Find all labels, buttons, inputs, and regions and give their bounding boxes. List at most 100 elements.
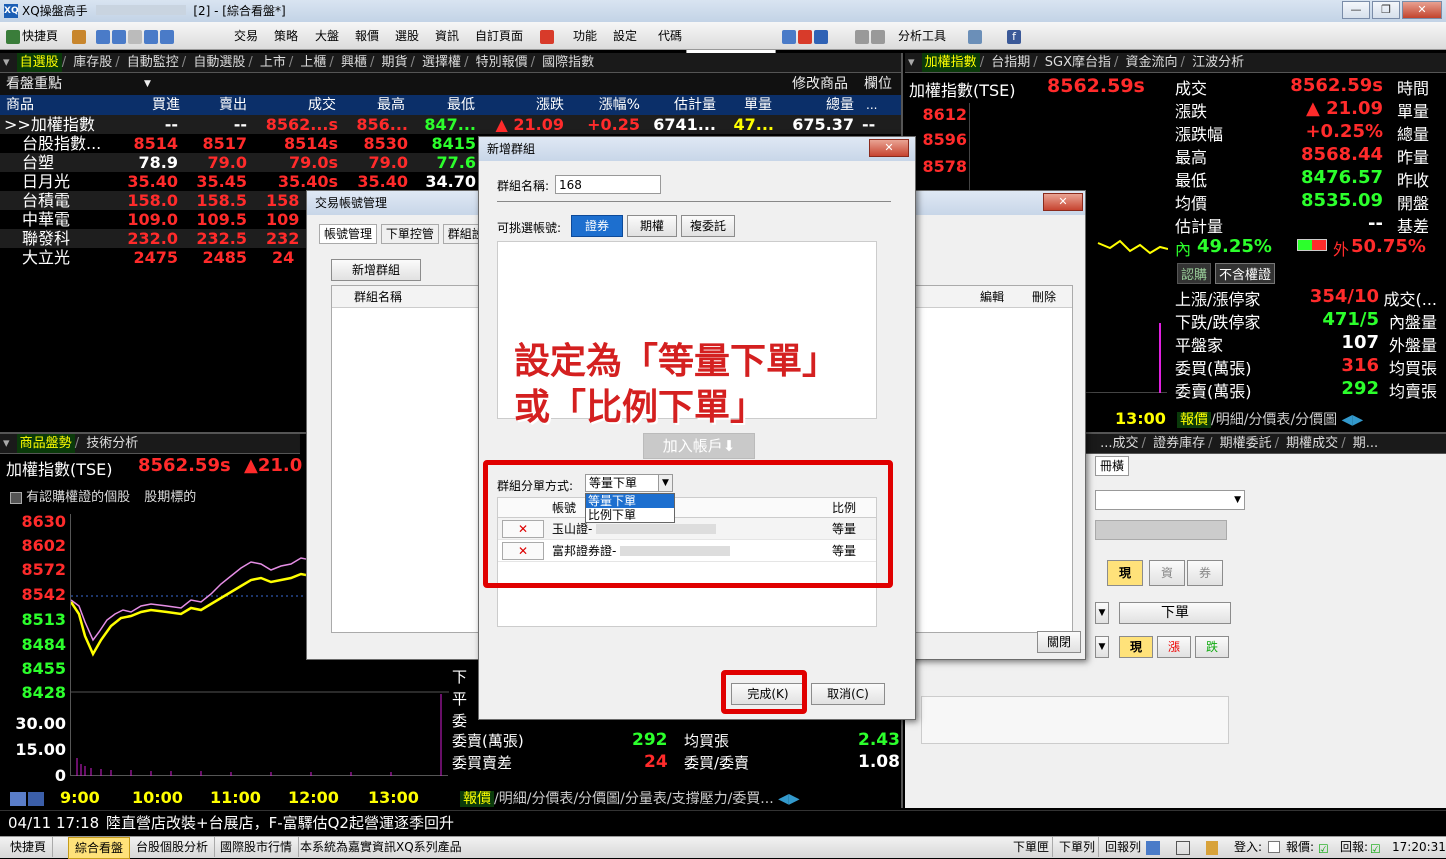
call-warrant-button[interactable]: 認購 bbox=[1177, 263, 1212, 284]
col-buy[interactable]: 買進 bbox=[120, 95, 180, 115]
news-ticker[interactable]: 04/11 17:18 陸直營店改裝+台展店，F-富驛估Q2起營運逐季回升 bbox=[0, 810, 1446, 834]
tab-fund-flow[interactable]: 資金流向 bbox=[1123, 53, 1181, 72]
tab-auto-screener[interactable]: 自動選股 bbox=[190, 53, 248, 72]
col-product[interactable]: 商品 bbox=[6, 95, 34, 115]
tab-otc[interactable]: 上櫃 bbox=[297, 53, 329, 72]
tab-detail[interactable]: 明細 bbox=[1216, 412, 1244, 428]
menu-settings[interactable]: 設定 bbox=[613, 27, 637, 45]
limit-down-button[interactable]: 跌 bbox=[1195, 636, 1229, 658]
order-select[interactable]: ▼ bbox=[1095, 490, 1245, 510]
facebook-icon[interactable]: f bbox=[1007, 27, 1023, 45]
tab-option-orders[interactable]: 期權委託 bbox=[1217, 434, 1275, 453]
tab-watchlist[interactable]: 自選股 bbox=[16, 53, 62, 72]
col-sell[interactable]: 賣出 bbox=[185, 95, 247, 115]
lock-icon[interactable] bbox=[1206, 841, 1218, 855]
col-estimated-volume[interactable]: 估計量 bbox=[650, 95, 716, 115]
order-type-dropdown[interactable]: ▼ bbox=[1095, 602, 1109, 624]
col-group-name[interactable]: 群組名稱 bbox=[354, 286, 402, 308]
news-headline[interactable]: 陸直營店改裝+台展店，F-富驛估Q2起營運逐季回升 bbox=[106, 811, 454, 835]
tab-deals[interactable]: ...成交 bbox=[1097, 434, 1141, 453]
menu-quote[interactable]: 報價 bbox=[355, 27, 379, 45]
nav-icons[interactable] bbox=[96, 27, 176, 45]
account-dialog-close-btn[interactable]: 關閉 bbox=[1037, 631, 1081, 653]
account-dialog-close-button[interactable]: ✕ bbox=[1043, 193, 1083, 211]
panel-menu-icon[interactable]: ▾ bbox=[0, 434, 13, 453]
cancel-button[interactable]: 取消(C) bbox=[811, 683, 885, 705]
col-deal[interactable]: 成交 bbox=[272, 95, 336, 115]
pointer-icon[interactable] bbox=[855, 27, 887, 45]
status-tab-quick[interactable]: 快捷頁 bbox=[4, 837, 54, 857]
tab-securities[interactable]: 證券 bbox=[571, 215, 623, 237]
tab-price-table[interactable]: 分價表 bbox=[1248, 412, 1290, 428]
group-name-input[interactable]: 168 bbox=[555, 175, 661, 194]
status-tab-overview[interactable]: 綜合看盤 bbox=[68, 837, 131, 859]
quick-action-icons[interactable] bbox=[782, 27, 830, 45]
chart-settings-icon[interactable] bbox=[10, 792, 26, 806]
tab-sgx[interactable]: SGX摩台指 bbox=[1042, 53, 1114, 72]
scroll-arrows-icon[interactable]: ◀▶ bbox=[1342, 412, 1364, 428]
tab-options[interactable]: 選擇權 bbox=[419, 53, 464, 72]
tab-intl-index[interactable]: 國際指數 bbox=[539, 53, 597, 72]
group-select[interactable]: 看盤重點 bbox=[6, 73, 62, 95]
home-icon[interactable] bbox=[72, 27, 88, 45]
tab-listed[interactable]: 上市 bbox=[257, 53, 289, 72]
tab-technical[interactable]: 技術分析 bbox=[83, 434, 141, 453]
menu-screener[interactable]: 選股 bbox=[395, 27, 419, 45]
col-total-volume[interactable]: 總量 bbox=[790, 95, 854, 115]
menu-trade[interactable]: 交易 bbox=[234, 27, 258, 45]
popout-icon[interactable] bbox=[1176, 841, 1190, 855]
tab-price-chart[interactable]: 分價圖 bbox=[1295, 412, 1337, 428]
col-change[interactable]: 漲跌 bbox=[500, 95, 564, 115]
price-type-dropdown[interactable]: ▼ bbox=[1095, 636, 1109, 658]
calendar-icon[interactable] bbox=[1146, 841, 1160, 855]
status-tab-stock-analysis[interactable]: 台股個股分析 bbox=[130, 837, 216, 857]
panel-menu-icon[interactable]: ▾ bbox=[905, 53, 918, 72]
minimize-button[interactable]: — bbox=[1342, 1, 1370, 19]
tab-volume-table[interactable]: 分量表 bbox=[625, 791, 667, 807]
tab-sub-brokerage[interactable]: 複委託 bbox=[681, 215, 735, 237]
new-group-close-button[interactable]: ✕ bbox=[869, 139, 909, 157]
cash-button[interactable]: 現 bbox=[1107, 560, 1143, 586]
col-single-volume[interactable]: 單量 bbox=[720, 95, 772, 115]
warrant-checkbox[interactable]: 有認購權證的個股 股期標的 bbox=[10, 486, 196, 505]
menu-analysis-tools[interactable]: 分析工具 bbox=[898, 27, 946, 45]
tab-bid[interactable]: 委買... bbox=[732, 791, 773, 807]
maximize-button[interactable]: ❐ bbox=[1372, 1, 1400, 19]
short-button[interactable]: 券 bbox=[1187, 560, 1223, 586]
group-dropdown-icon[interactable]: ▼ bbox=[144, 73, 151, 95]
tab-special-quote[interactable]: 特別報價 bbox=[473, 53, 531, 72]
tab-auto-monitor[interactable]: 自動監控 bbox=[124, 53, 182, 72]
order-field[interactable] bbox=[1095, 520, 1227, 540]
scroll-arrows-icon[interactable]: ◀▶ bbox=[778, 791, 800, 807]
chart-zoom-icon[interactable] bbox=[28, 792, 44, 806]
menu-market[interactable]: 大盤 bbox=[315, 27, 339, 45]
quick-page-button[interactable]: 快捷頁 bbox=[6, 27, 58, 45]
panel-menu-icon[interactable]: ▾ bbox=[0, 53, 13, 72]
tab-order-control[interactable]: 下單控管 bbox=[380, 224, 439, 244]
tab-tx-futures[interactable]: 台指期 bbox=[988, 53, 1033, 72]
menu-function[interactable]: 功能 bbox=[573, 27, 597, 45]
user-icon[interactable] bbox=[968, 27, 984, 45]
tab-support-resistance[interactable]: 支撐壓力 bbox=[672, 791, 728, 807]
sub-tab[interactable]: 冊橫 bbox=[1095, 456, 1130, 476]
tab-quote[interactable]: 報價 bbox=[460, 791, 494, 807]
tab-price-table[interactable]: 分價表 bbox=[531, 791, 573, 807]
option-ratio[interactable]: 比例下單 bbox=[586, 508, 674, 522]
margin-button[interactable]: 資 bbox=[1149, 560, 1185, 586]
menu-info[interactable]: 資訊 bbox=[435, 27, 459, 45]
exclude-warrant-button[interactable]: 不含權證 bbox=[1215, 263, 1276, 284]
tab-market-trend[interactable]: 商品盤勢 bbox=[16, 434, 75, 453]
tab-more[interactable]: 期... bbox=[1350, 434, 1381, 453]
mail-icon[interactable] bbox=[540, 27, 556, 45]
menu-custom-page[interactable]: 自訂頁面 bbox=[475, 27, 523, 45]
tab-elliott[interactable]: 江波分析 bbox=[1189, 53, 1247, 72]
col-low[interactable]: 最低 bbox=[413, 95, 475, 115]
tab-option-deals[interactable]: 期權成交 bbox=[1283, 434, 1341, 453]
order-box-button[interactable]: 下單匣 bbox=[1010, 837, 1054, 857]
option-equal[interactable]: 等量下單 bbox=[586, 494, 674, 508]
tab-inventory[interactable]: 庫存股 bbox=[70, 53, 115, 72]
tab-stock-inventory[interactable]: 證券庫存 bbox=[1150, 434, 1208, 453]
tab-futures-options[interactable]: 期權 bbox=[627, 215, 677, 237]
order-bar-button[interactable]: 下單列 bbox=[1056, 837, 1100, 857]
limit-up-button[interactable]: 漲 bbox=[1157, 636, 1191, 658]
